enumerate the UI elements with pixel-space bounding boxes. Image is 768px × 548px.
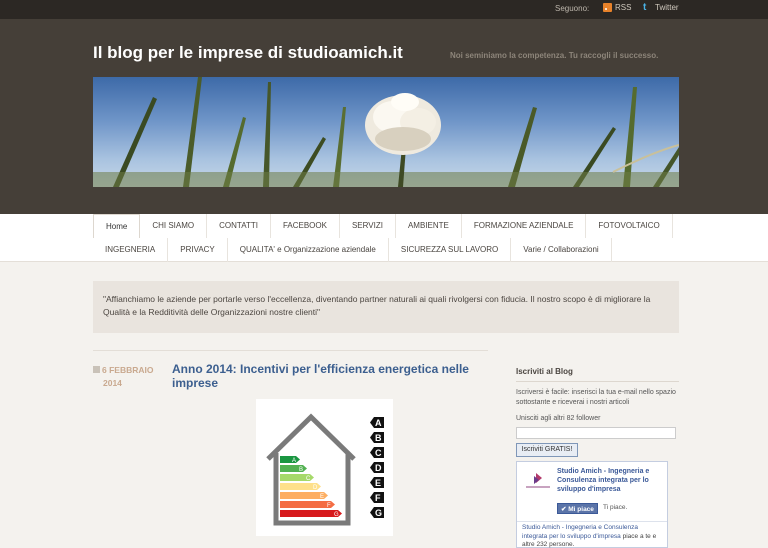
energy-badge-label-f: F <box>375 493 381 503</box>
nav-item-varie[interactable]: Varie / Collaborazioni <box>511 238 612 262</box>
mission-quote: "Affianchiamo le aziende per portarle ve… <box>93 281 679 333</box>
energy-bar-label-b: B <box>299 467 303 473</box>
subscribe-button[interactable]: Iscriviti GRATIS! <box>516 443 578 457</box>
rss-link[interactable]: RSS <box>603 3 631 12</box>
sidebar-text: Iscriversi è facile: inserisci la tua e-… <box>516 389 676 406</box>
nav-item-ingegneria[interactable]: INGEGNERIA <box>93 238 169 262</box>
nav-item-privacy[interactable]: PRIVACY <box>168 238 228 262</box>
energy-bar-label-g: G <box>334 512 339 518</box>
facebook-like-box: Studio Amich - Ingegneria e Consulenza i… <box>516 461 668 548</box>
nav-item-formazione-aziendale[interactable]: FORMAZIONE AZIENDALE <box>462 214 587 238</box>
post-date: 6 FEBBRAIO 2014 <box>93 364 163 390</box>
nav-item-chi-siamo[interactable]: CHI SIAMO <box>140 214 208 238</box>
nav-item-servizi[interactable]: SERVIZI <box>340 214 396 238</box>
energy-bar-label-c: C <box>306 476 311 482</box>
post-divider <box>93 350 488 351</box>
nav-item-qualita[interactable]: QUALITA' e Organizzazione aziendale <box>228 238 389 262</box>
facebook-like-button[interactable]: ✔ Mi piace <box>557 503 598 514</box>
header-banner-image <box>93 77 679 187</box>
energy-letters: ABCDEFG <box>370 417 384 518</box>
site-tagline: Noi seminiamo la competenza. Tu raccogli… <box>450 51 659 60</box>
email-field[interactable] <box>516 427 676 439</box>
energy-bar-label-d: D <box>313 485 318 491</box>
energy-badge-label-d: D <box>375 463 382 473</box>
follow-label: Seguono: <box>555 4 590 13</box>
studio-amich-logo <box>523 470 553 492</box>
calendar-icon <box>93 366 100 373</box>
energy-class-image: ABCDEFG ABCDEFG <box>256 399 393 536</box>
energy-bar-g <box>280 510 342 517</box>
twitter-link[interactable]: t Twitter <box>643 2 679 13</box>
nav-item-home[interactable]: Home <box>93 214 141 238</box>
energy-bars: ABCDEFG <box>280 456 342 518</box>
energy-badge-label-b: B <box>375 433 382 443</box>
energy-badge-label-g: G <box>375 508 382 518</box>
energy-badge-label-e: E <box>375 478 381 488</box>
post-date-day: 6 FEBBRAIO <box>102 365 154 375</box>
check-icon: ✔ <box>561 506 567 513</box>
energy-badge-label-c: C <box>375 448 382 458</box>
nav-item-sicurezza[interactable]: SICUREZZA SUL LAVORO <box>389 238 512 262</box>
post-title[interactable]: Anno 2014: Incentivi per l'efficienza en… <box>172 362 472 390</box>
nav-row-2: INGEGNERIA PRIVACY QUALITA' e Organizzaz… <box>93 238 612 262</box>
header: Il blog per le imprese di studioamich.it… <box>0 19 768 214</box>
nav-row-1: Home CHI SIAMO CONTATTI FACEBOOK SERVIZI… <box>93 214 673 238</box>
nav-item-contatti[interactable]: CONTATTI <box>207 214 271 238</box>
energy-badge-label-a: A <box>375 418 382 428</box>
facebook-description: Studio Amich - Ingegneria e Consulenza i… <box>522 524 665 548</box>
sidebar-divider <box>516 381 679 382</box>
energy-bar-label-f: F <box>327 503 331 509</box>
energy-bar-a <box>280 456 300 463</box>
site-title[interactable]: Il blog per le imprese di studioamich.it <box>93 43 403 63</box>
nav-item-fotovoltaico[interactable]: FOTOVOLTAICO <box>586 214 673 238</box>
nav-item-facebook[interactable]: FACEBOOK <box>271 214 340 238</box>
energy-bar-label-e: E <box>320 494 324 500</box>
followers-text: Unisciti agli altri 82 follower <box>516 415 601 422</box>
rss-label: RSS <box>615 3 632 12</box>
facebook-like-status: Ti piace. <box>603 504 628 511</box>
post-date-year: 2014 <box>103 378 122 388</box>
rss-icon <box>603 3 612 12</box>
main-navigation: Home CHI SIAMO CONTATTI FACEBOOK SERVIZI… <box>0 214 768 262</box>
facebook-page-name[interactable]: Studio Amich - Ingegneria e Consulenza i… <box>557 467 667 494</box>
like-label: Mi piace <box>568 506 594 513</box>
twitter-icon: t <box>643 2 647 13</box>
sidebar-title: Iscriviti al Blog <box>516 367 573 376</box>
energy-bar-label-a: A <box>292 458 296 464</box>
top-bar: Seguono: RSS t Twitter <box>0 0 768 19</box>
facebook-divider <box>517 521 667 522</box>
twitter-label: Twitter <box>655 3 679 12</box>
nav-item-ambiente[interactable]: AMBIENTE <box>396 214 462 238</box>
